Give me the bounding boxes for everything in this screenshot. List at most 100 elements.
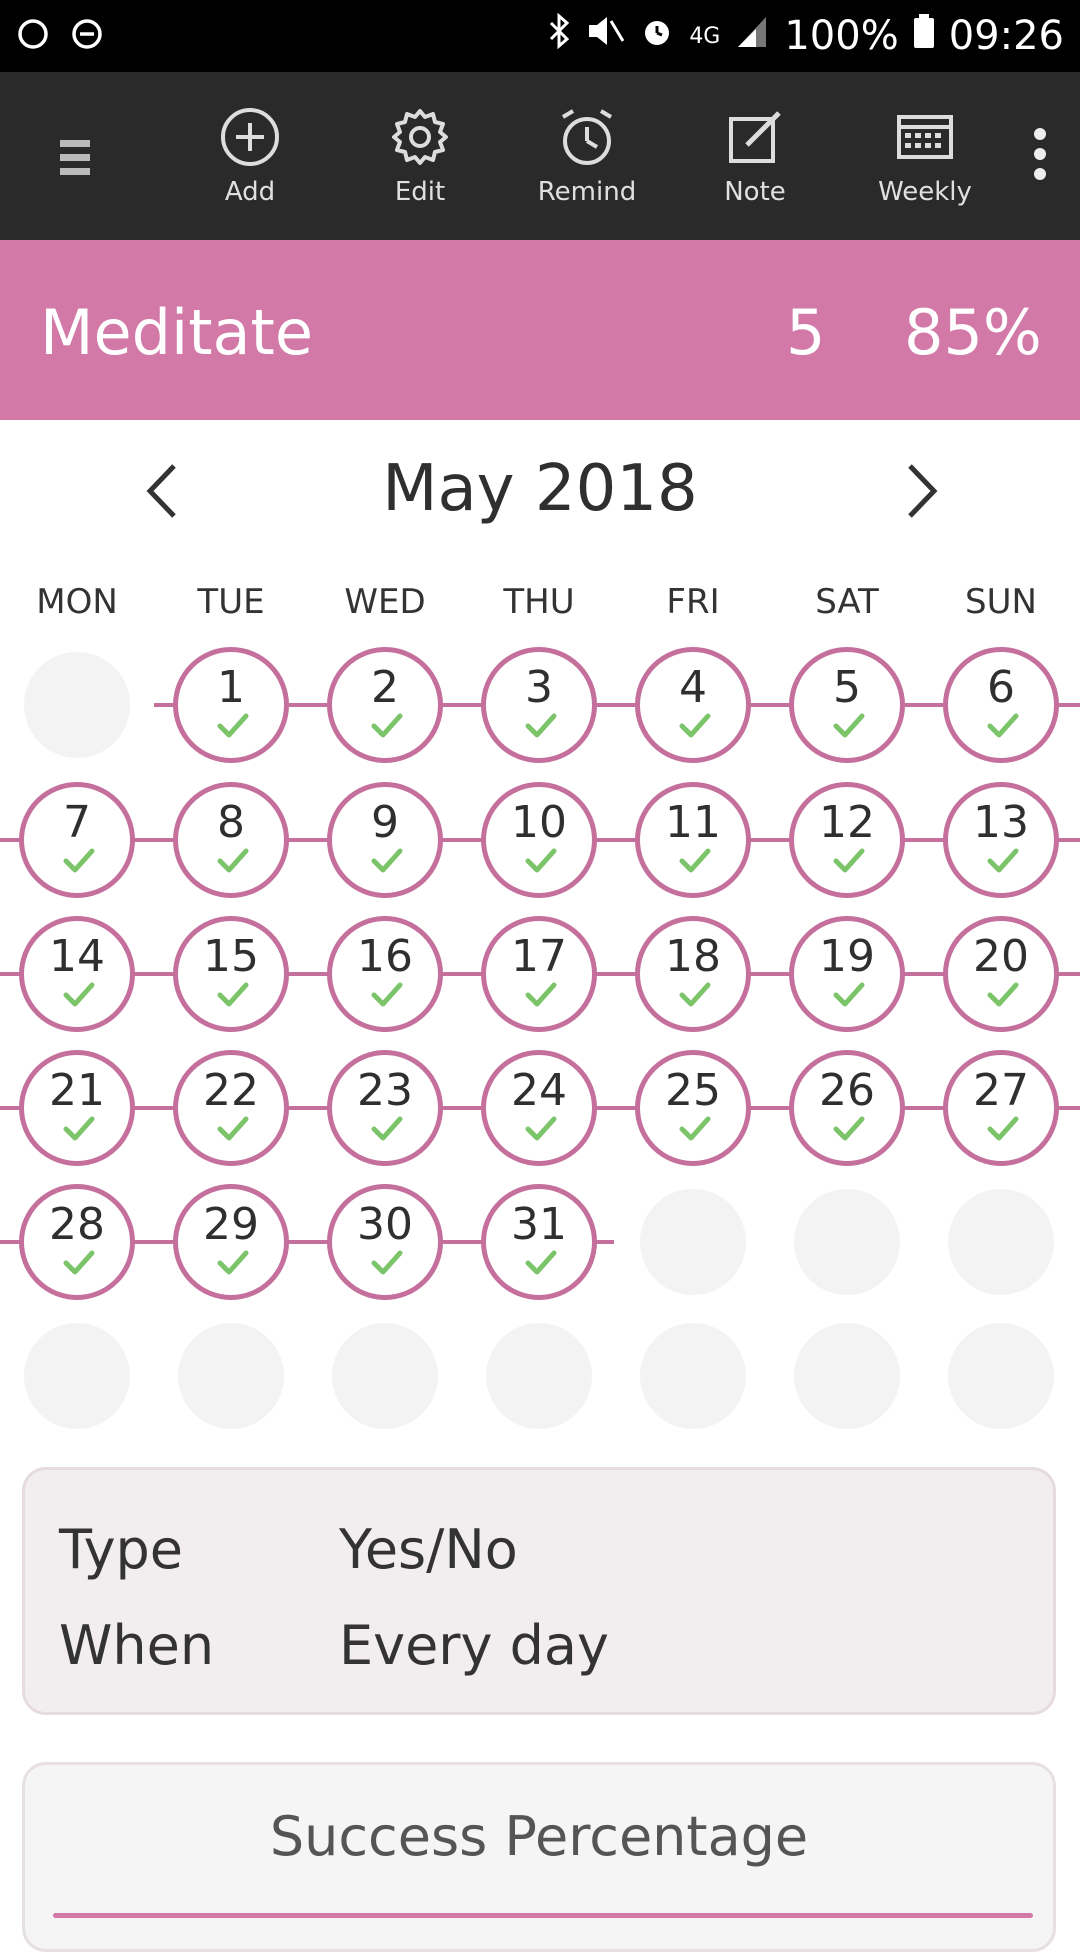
day-number: 17 — [511, 931, 567, 982]
calendar-day[interactable]: 17 — [481, 916, 597, 1032]
day-number: 24 — [511, 1065, 567, 1116]
day-number: 2 — [371, 662, 399, 713]
checkmark-icon — [371, 848, 403, 873]
calendar-day[interactable]: 18 — [635, 916, 751, 1032]
checkmark-icon — [217, 713, 249, 738]
checkmark-icon — [987, 1116, 1019, 1141]
checkmark-icon — [679, 848, 711, 873]
calendar-day[interactable]: 16 — [327, 916, 443, 1032]
empty-day-slot — [24, 652, 130, 758]
when-value: Every day — [339, 1614, 609, 1677]
day-number: 31 — [511, 1199, 567, 1250]
calendar-day[interactable]: 13 — [943, 782, 1059, 898]
day-number: 9 — [371, 797, 399, 848]
calendar-day[interactable]: 10 — [481, 782, 597, 898]
calendar-day[interactable]: 26 — [789, 1050, 905, 1166]
checkmark-icon — [217, 1250, 249, 1275]
calendar-day[interactable]: 14 — [19, 916, 135, 1032]
day-number: 16 — [357, 931, 413, 982]
calendar-day[interactable]: 22 — [173, 1050, 289, 1166]
day-number: 15 — [203, 931, 259, 982]
checkmark-icon — [217, 1116, 249, 1141]
empty-day-slot — [948, 1189, 1054, 1295]
type-label: Type — [59, 1518, 184, 1581]
calendar-day[interactable]: 21 — [19, 1050, 135, 1166]
empty-day-slot — [794, 1189, 900, 1295]
day-number: 5 — [833, 662, 861, 713]
checkmark-icon — [987, 982, 1019, 1007]
day-number: 29 — [203, 1199, 259, 1250]
day-number: 6 — [987, 662, 1015, 713]
day-number: 19 — [819, 931, 875, 982]
calendar-day[interactable]: 11 — [635, 782, 751, 898]
day-number: 18 — [665, 931, 721, 982]
calendar-day[interactable]: 3 — [481, 647, 597, 763]
habit-info-card: Type Yes/No When Every day — [22, 1467, 1056, 1715]
checkmark-icon — [63, 1116, 95, 1141]
empty-day-slot — [332, 1323, 438, 1429]
calendar-day[interactable]: 9 — [327, 782, 443, 898]
checkmark-icon — [679, 713, 711, 738]
day-number: 25 — [665, 1065, 721, 1116]
calendar-day[interactable]: 28 — [19, 1184, 135, 1300]
day-number: 14 — [49, 931, 105, 982]
calendar-day[interactable]: 29 — [173, 1184, 289, 1300]
calendar-day[interactable]: 8 — [173, 782, 289, 898]
checkmark-icon — [525, 982, 557, 1007]
day-number: 21 — [49, 1065, 105, 1116]
calendar-day[interactable]: 27 — [943, 1050, 1059, 1166]
calendar-day[interactable]: 30 — [327, 1184, 443, 1300]
empty-day-slot — [794, 1323, 900, 1429]
day-number: 7 — [63, 797, 91, 848]
day-number: 20 — [973, 931, 1029, 982]
success-percentage-card: Success Percentage — [22, 1762, 1056, 1952]
calendar-day[interactable]: 5 — [789, 647, 905, 763]
calendar-day[interactable]: 19 — [789, 916, 905, 1032]
checkmark-icon — [525, 848, 557, 873]
calendar-day[interactable]: 23 — [327, 1050, 443, 1166]
calendar-day[interactable]: 6 — [943, 647, 1059, 763]
calendar-day[interactable]: 24 — [481, 1050, 597, 1166]
calendar-day[interactable]: 12 — [789, 782, 905, 898]
checkmark-icon — [525, 713, 557, 738]
day-number: 23 — [357, 1065, 413, 1116]
checkmark-icon — [679, 1116, 711, 1141]
checkmark-icon — [833, 1116, 865, 1141]
checkmark-icon — [217, 848, 249, 873]
checkmark-icon — [63, 982, 95, 1007]
day-number: 3 — [525, 662, 553, 713]
empty-day-slot — [640, 1189, 746, 1295]
calendar-day[interactable]: 15 — [173, 916, 289, 1032]
calendar-day[interactable]: 1 — [173, 647, 289, 763]
type-value: Yes/No — [339, 1518, 518, 1581]
empty-day-slot — [178, 1323, 284, 1429]
checkmark-icon — [679, 982, 711, 1007]
checkmark-icon — [987, 713, 1019, 738]
empty-day-slot — [24, 1323, 130, 1429]
checkmark-icon — [217, 982, 249, 1007]
checkmark-icon — [63, 1250, 95, 1275]
checkmark-icon — [371, 1116, 403, 1141]
calendar-day[interactable]: 25 — [635, 1050, 751, 1166]
day-number: 27 — [973, 1065, 1029, 1116]
day-number: 8 — [217, 797, 245, 848]
calendar-day[interactable]: 20 — [943, 916, 1059, 1032]
empty-day-slot — [948, 1323, 1054, 1429]
day-number: 30 — [357, 1199, 413, 1250]
calendar-day[interactable]: 2 — [327, 647, 443, 763]
checkmark-icon — [525, 1116, 557, 1141]
calendar-day[interactable]: 7 — [19, 782, 135, 898]
calendar-day[interactable]: 31 — [481, 1184, 597, 1300]
day-number: 11 — [665, 797, 721, 848]
checkmark-icon — [833, 713, 865, 738]
day-number: 12 — [819, 797, 875, 848]
day-number: 22 — [203, 1065, 259, 1116]
checkmark-icon — [371, 1250, 403, 1275]
calendar-day[interactable]: 4 — [635, 647, 751, 763]
when-label: When — [59, 1614, 215, 1677]
day-number: 26 — [819, 1065, 875, 1116]
checkmark-icon — [833, 848, 865, 873]
checkmark-icon — [833, 982, 865, 1007]
empty-day-slot — [486, 1323, 592, 1429]
checkmark-icon — [63, 848, 95, 873]
